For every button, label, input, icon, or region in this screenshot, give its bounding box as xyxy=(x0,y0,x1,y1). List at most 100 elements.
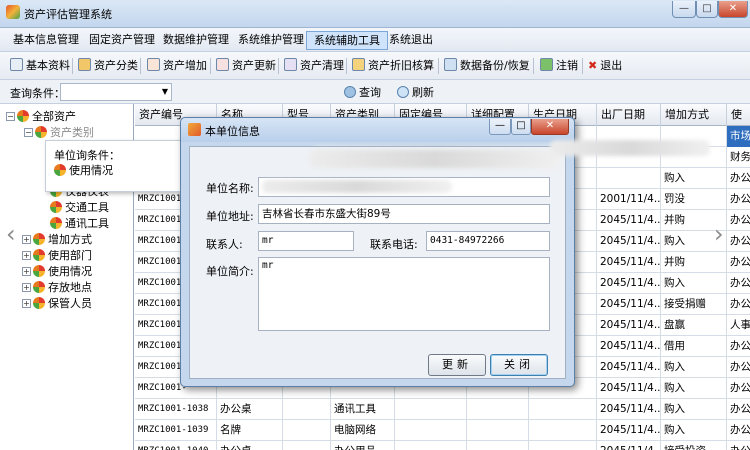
refresh-button[interactable]: 刷新 xyxy=(397,84,434,100)
table-cell: 盘赢 xyxy=(661,315,727,336)
table-cell xyxy=(395,441,467,450)
category-icon xyxy=(50,217,62,229)
tree-group-keeper[interactable]: + 保管人员 xyxy=(22,296,92,312)
table-row[interactable]: MRZC1001-1038 办公桌 通讯工具 2045/11/4... 购入 办公 xyxy=(135,399,750,420)
dialog-icon xyxy=(188,123,201,136)
expand-icon[interactable]: + xyxy=(22,251,31,260)
collapse-icon[interactable]: − xyxy=(24,128,33,137)
tool-depreciation[interactable]: 资产折旧核算 xyxy=(352,57,434,75)
table-cell xyxy=(467,399,529,420)
query-combo[interactable]: ▼ xyxy=(60,83,172,101)
contact-label: 联系人: xyxy=(206,238,243,251)
table-cell: 2045/11/4... xyxy=(597,420,661,441)
table-cell: 并购 xyxy=(661,252,727,273)
table-cell: MRZC1001-1040 xyxy=(135,441,217,450)
menu-system-maintenance[interactable]: 系统维护管理 xyxy=(231,31,311,50)
table-cell: 办公用品 xyxy=(331,441,395,450)
table-cell: 购入 xyxy=(661,399,727,420)
chevron-right-icon[interactable]: › xyxy=(714,220,724,248)
tree-root[interactable]: − 全部资产 xyxy=(6,109,76,125)
category-icon xyxy=(50,201,62,213)
table-row[interactable]: MRZC1001-1039 名牌 电脑网络 2045/11/4... 购入 办公 xyxy=(135,420,750,441)
close-button[interactable]: ✕ xyxy=(718,1,748,18)
table-row[interactable]: MRZC1001-1040办公桌 办公用品 2045/11/4...接受投资办公 xyxy=(135,441,750,450)
table-cell: 人事 xyxy=(727,315,750,336)
popup-usage-item[interactable]: 使用情况 xyxy=(54,163,113,179)
col-usage[interactable]: 使 xyxy=(727,104,750,126)
menu-exit-system[interactable]: 系统退出 xyxy=(382,31,440,50)
minimize-button[interactable]: — xyxy=(672,1,696,18)
unit-address-field[interactable]: 吉林省长春市东盛大街89号 xyxy=(258,204,550,224)
collapse-icon[interactable]: − xyxy=(6,112,15,121)
contact-field[interactable]: mr xyxy=(258,231,354,251)
folder-icon xyxy=(78,58,91,71)
search-button[interactable]: 查询 xyxy=(344,84,381,100)
tree-group-add-method[interactable]: + 增加方式 xyxy=(22,232,92,248)
tool-backup-restore[interactable]: 数据备份/恢复 xyxy=(444,57,530,75)
expand-icon[interactable]: + xyxy=(22,267,31,276)
category-icon xyxy=(54,164,66,176)
phone-field[interactable]: 0431-84972266 xyxy=(426,231,550,251)
unit-intro-field[interactable]: mr xyxy=(258,257,550,331)
table-cell: 2001/11/4... xyxy=(597,189,661,210)
table-cell: 购入 xyxy=(661,273,727,294)
toolbar-separator xyxy=(140,58,141,74)
table-cell: 办公 xyxy=(727,231,750,252)
exit-x-icon: ✖ xyxy=(588,59,598,72)
expand-icon[interactable]: + xyxy=(22,283,31,292)
table-cell xyxy=(597,168,661,189)
col-add-method[interactable]: 增加方式 xyxy=(661,104,727,126)
maximize-button[interactable]: □ xyxy=(696,1,718,18)
expand-icon[interactable]: + xyxy=(22,299,31,308)
phone-label: 联系电话: xyxy=(370,238,418,251)
tool-exit[interactable]: ✖ 退出 xyxy=(588,57,622,75)
table-cell: 罚没 xyxy=(661,189,727,210)
menu-system-tools[interactable]: 系统辅助工具 xyxy=(306,31,388,50)
toolbar-separator xyxy=(533,58,534,74)
menu-data-maintenance[interactable]: 数据维护管理 xyxy=(156,31,236,50)
database-icon xyxy=(444,58,457,71)
category-icon xyxy=(35,126,47,138)
table-cell xyxy=(529,399,597,420)
table-cell: 办公桌 xyxy=(217,441,283,450)
dialog-maximize-button[interactable]: □ xyxy=(511,119,531,135)
table-cell: 办公 xyxy=(727,357,750,378)
tree-item-vehicles[interactable]: 交通工具 xyxy=(50,200,109,216)
table-cell: 办公 xyxy=(727,252,750,273)
app-icon xyxy=(6,5,20,19)
tree-group-department[interactable]: + 使用部门 xyxy=(22,248,92,264)
tool-asset-category[interactable]: 资产分类 xyxy=(78,57,138,75)
tree-item-communication[interactable]: 通讯工具 xyxy=(50,216,109,232)
update-button[interactable]: 更新 xyxy=(428,354,486,376)
tool-basic-data[interactable]: 基本资料 xyxy=(10,57,70,75)
table-cell: 通讯工具 xyxy=(331,399,395,420)
tool-asset-add[interactable]: 资产增加 xyxy=(147,57,207,75)
table-cell: 接受投资 xyxy=(661,441,727,450)
tree-group-usage[interactable]: + 使用情况 xyxy=(22,264,92,280)
table-cell: 2045/11/4... xyxy=(597,231,661,252)
toolbar-separator xyxy=(582,58,583,74)
query-label: 查询条件： xyxy=(10,87,65,100)
tree-group-location[interactable]: + 存放地点 xyxy=(22,280,92,296)
table-cell: MRZC1001-1039 xyxy=(135,420,217,441)
table-cell: 2045/11/4... xyxy=(597,378,661,399)
window-title: 资产评估管理系统 xyxy=(24,8,112,21)
dialog-minimize-button[interactable]: — xyxy=(489,119,511,135)
tool-logout[interactable]: 注销 xyxy=(540,57,578,75)
expand-icon[interactable]: + xyxy=(22,235,31,244)
tree-category[interactable]: − 资产类别 xyxy=(24,125,94,141)
tool-asset-clear[interactable]: 资产清理 xyxy=(284,57,344,75)
toolbar-separator xyxy=(72,58,73,74)
col-factory-date[interactable]: 出厂日期 xyxy=(597,104,661,126)
document-icon xyxy=(10,58,23,71)
tool-asset-update[interactable]: 资产更新 xyxy=(216,57,276,75)
menu-fixed-assets[interactable]: 固定资产管理 xyxy=(82,31,162,50)
chevron-left-icon[interactable]: ‹ xyxy=(6,220,16,248)
close-button-dialog[interactable]: 关闭 xyxy=(490,354,548,376)
table-cell xyxy=(283,420,331,441)
dialog-close-x-button[interactable]: ✕ xyxy=(531,119,569,135)
table-cell: 接受捐赠 xyxy=(661,294,727,315)
menu-basic-info[interactable]: 基本信息管理 xyxy=(6,31,86,50)
table-cell: 借用 xyxy=(661,336,727,357)
category-icon xyxy=(33,281,45,293)
